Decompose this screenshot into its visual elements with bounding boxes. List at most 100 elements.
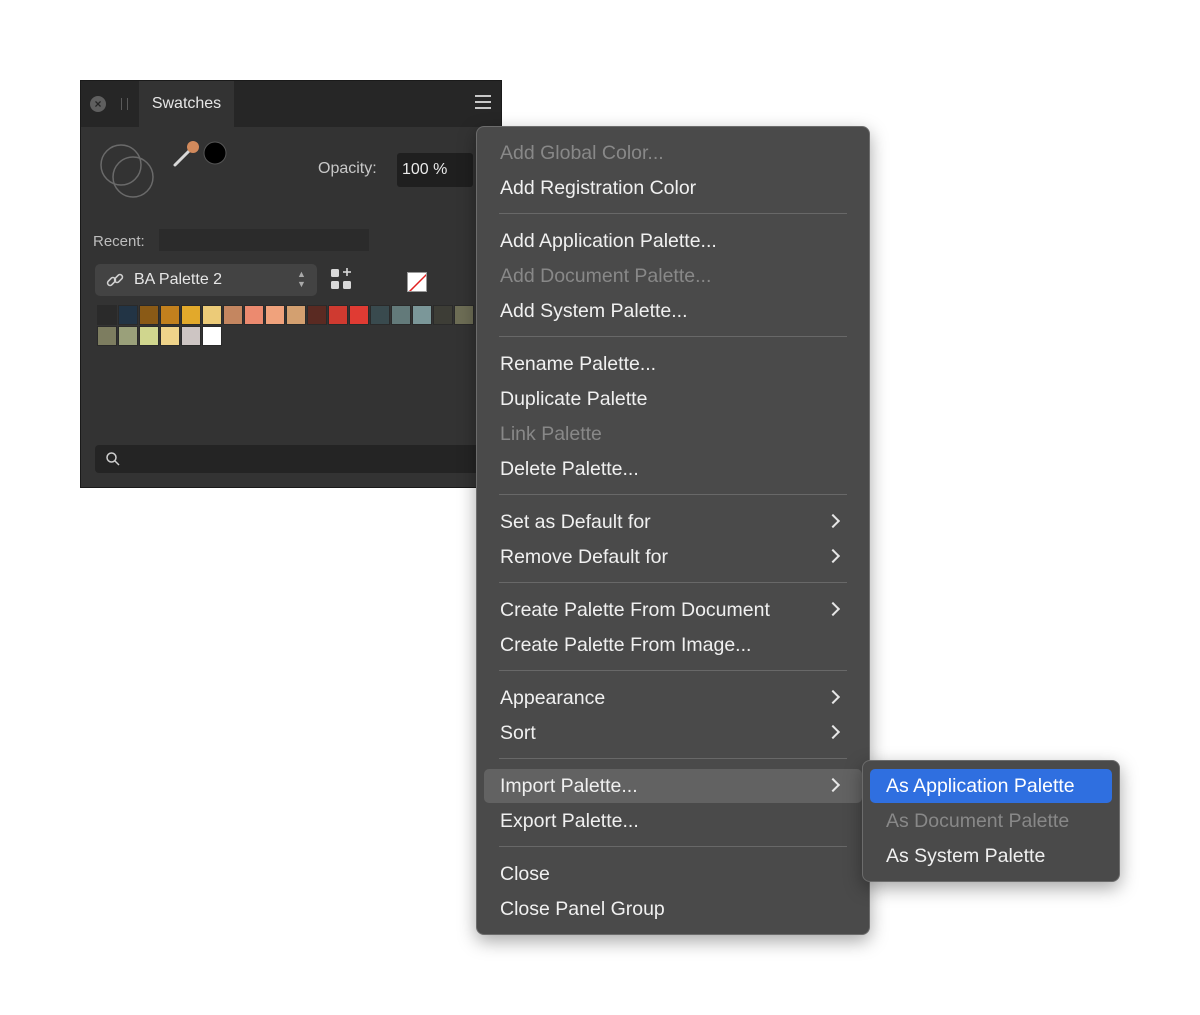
- swatches-context-menu: Add Global Color... Add Registration Col…: [476, 126, 870, 935]
- menu-item-label: Add System Palette...: [500, 300, 688, 322]
- submenu-item-as-application-palette[interactable]: As Application Palette: [870, 769, 1112, 803]
- chevron-right-icon: [825, 777, 841, 793]
- menu-item-close[interactable]: Close: [484, 857, 862, 891]
- color-swatch[interactable]: [286, 305, 306, 325]
- add-swatch-icon[interactable]: [330, 267, 354, 291]
- menu-item-add-system-palette[interactable]: Add System Palette...: [484, 294, 862, 328]
- menu-item-add-document-palette[interactable]: Add Document Palette...: [484, 259, 862, 293]
- menu-item-label: Create Palette From Image...: [500, 634, 752, 656]
- color-swatch[interactable]: [412, 305, 432, 325]
- current-color-well[interactable]: [203, 141, 227, 165]
- color-swatch[interactable]: [307, 305, 327, 325]
- chevron-right-icon: [825, 548, 841, 564]
- menu-item-label: Remove Default for: [500, 546, 668, 568]
- chevron-right-icon: [825, 601, 841, 617]
- menu-item-import-palette[interactable]: Import Palette...: [484, 769, 862, 803]
- menu-item-label: Add Application Palette...: [500, 230, 717, 252]
- none-color-swatch[interactable]: [407, 272, 427, 292]
- menu-item-appearance[interactable]: Appearance: [484, 681, 862, 715]
- menu-item-remove-default-for[interactable]: Remove Default for: [484, 540, 862, 574]
- color-swatch[interactable]: [433, 305, 453, 325]
- menu-item-label: Create Palette From Document: [500, 599, 770, 621]
- opacity-label: Opacity:: [318, 160, 377, 177]
- recent-swatches-strip[interactable]: [159, 229, 369, 251]
- color-picker-icon[interactable]: [171, 139, 227, 173]
- palette-name: BA Palette 2: [134, 271, 223, 288]
- panel-tab-bar: × Swatches: [81, 81, 501, 127]
- menu-item-label: Duplicate Palette: [500, 388, 648, 410]
- menu-item-label: Add Registration Color: [500, 177, 697, 199]
- color-swatch[interactable]: [454, 305, 474, 325]
- menu-item-add-registration-color[interactable]: Add Registration Color: [484, 171, 862, 205]
- menu-item-label: Close Panel Group: [500, 898, 665, 920]
- search-icon: [106, 452, 120, 466]
- import-palette-submenu: As Application Palette As Document Palet…: [862, 760, 1120, 882]
- color-swatch[interactable]: [139, 305, 159, 325]
- menu-item-export-palette[interactable]: Export Palette...: [484, 804, 862, 838]
- color-swatch[interactable]: [391, 305, 411, 325]
- menu-item-link-palette[interactable]: Link Palette: [484, 417, 862, 451]
- color-swatch[interactable]: [97, 326, 117, 346]
- color-swatch[interactable]: [97, 305, 117, 325]
- close-panel-icon[interactable]: ×: [90, 96, 106, 112]
- menu-separator: [499, 670, 847, 671]
- menu-item-set-as-default-for[interactable]: Set as Default for: [484, 505, 862, 539]
- submenu-item-as-document-palette[interactable]: As Document Palette: [870, 804, 1112, 838]
- tab-swatches[interactable]: Swatches: [139, 81, 234, 127]
- color-swatch[interactable]: [118, 326, 138, 346]
- color-swatch[interactable]: [160, 326, 180, 346]
- opacity-input[interactable]: 100 %: [397, 153, 473, 187]
- menu-item-label: Add Global Color...: [500, 142, 664, 164]
- recent-label: Recent:: [93, 233, 145, 250]
- menu-separator: [499, 336, 847, 337]
- color-swatch[interactable]: [160, 305, 180, 325]
- chevron-up-down-icon: ▲ ▼: [297, 269, 306, 289]
- palette-dropdown[interactable]: BA Palette 2 ▲ ▼: [95, 264, 317, 296]
- menu-item-create-palette-from-document[interactable]: Create Palette From Document: [484, 593, 862, 627]
- color-swatch[interactable]: [181, 326, 201, 346]
- menu-separator: [499, 846, 847, 847]
- menu-item-add-global-color[interactable]: Add Global Color...: [484, 136, 862, 170]
- menu-item-create-palette-from-image[interactable]: Create Palette From Image...: [484, 628, 862, 662]
- menu-item-label: Delete Palette...: [500, 458, 639, 480]
- color-swatch[interactable]: [244, 305, 264, 325]
- color-swatch[interactable]: [328, 305, 348, 325]
- menu-item-close-panel-group[interactable]: Close Panel Group: [484, 892, 862, 926]
- submenu-item-label: As Application Palette: [886, 775, 1075, 797]
- menu-item-label: Import Palette...: [500, 775, 638, 797]
- menu-item-sort[interactable]: Sort: [484, 716, 862, 750]
- menu-item-label: Close: [500, 863, 550, 885]
- menu-separator: [499, 758, 847, 759]
- color-swatch[interactable]: [370, 305, 390, 325]
- color-swatch[interactable]: [202, 326, 222, 346]
- menu-separator: [499, 582, 847, 583]
- chevron-right-icon: [825, 513, 841, 529]
- color-swatch[interactable]: [265, 305, 285, 325]
- submenu-item-as-system-palette[interactable]: As System Palette: [870, 839, 1112, 873]
- link-icon: [106, 273, 124, 287]
- menu-item-label: Appearance: [500, 687, 606, 709]
- color-swatch[interactable]: [139, 326, 159, 346]
- menu-item-add-application-palette[interactable]: Add Application Palette...: [484, 224, 862, 258]
- color-swatch[interactable]: [349, 305, 369, 325]
- menu-item-rename-palette[interactable]: Rename Palette...: [484, 347, 862, 381]
- swatch-search-input[interactable]: [95, 445, 485, 473]
- menu-item-label: Link Palette: [500, 423, 602, 445]
- menu-separator: [499, 494, 847, 495]
- color-swatch[interactable]: [181, 305, 201, 325]
- menu-separator: [499, 213, 847, 214]
- menu-item-label: Sort: [500, 722, 536, 744]
- menu-item-label: Export Palette...: [500, 810, 639, 832]
- drag-grip-icon[interactable]: [121, 98, 128, 110]
- fill-stroke-circles-icon[interactable]: [95, 139, 159, 203]
- color-swatch[interactable]: [223, 305, 243, 325]
- color-swatch[interactable]: [202, 305, 222, 325]
- menu-item-duplicate-palette[interactable]: Duplicate Palette: [484, 382, 862, 416]
- menu-item-delete-palette[interactable]: Delete Palette...: [484, 452, 862, 486]
- menu-item-label: Add Document Palette...: [500, 265, 712, 287]
- panel-menu-icon[interactable]: [475, 95, 491, 111]
- menu-item-label: Set as Default for: [500, 511, 651, 533]
- menu-item-label: Rename Palette...: [500, 353, 657, 375]
- chevron-right-icon: [825, 724, 841, 740]
- color-swatch[interactable]: [118, 305, 138, 325]
